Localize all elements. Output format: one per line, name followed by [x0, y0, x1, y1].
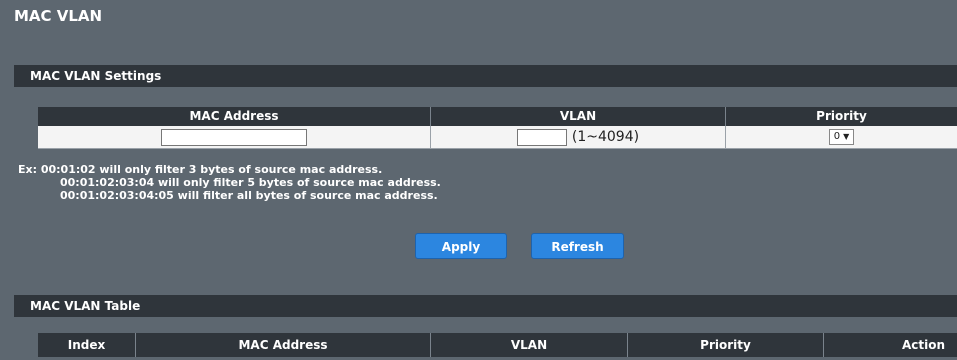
column-header-vlan: VLAN	[431, 107, 726, 126]
vlan-range-hint: (1~4094)	[571, 129, 640, 145]
column-header-mac-address: MAC Address	[136, 333, 431, 357]
column-header-mac-address: MAC Address	[38, 107, 431, 126]
settings-header-row: MAC Address VLAN Priority	[38, 107, 957, 126]
column-header-priority: Priority	[628, 333, 824, 357]
column-header-index: Index	[38, 333, 136, 357]
priority-select[interactable]: 0 ▼	[828, 129, 855, 145]
apply-button[interactable]: Apply	[415, 233, 507, 259]
chevron-down-icon: ▼	[843, 132, 850, 141]
page-title: MAC VLAN	[14, 7, 103, 25]
refresh-button[interactable]: Refresh	[531, 233, 624, 259]
mac-vlan-table-header: Index MAC Address VLAN Priority Action	[38, 333, 957, 357]
priority-cell: 0 ▼	[726, 126, 957, 148]
settings-form: MAC Address VLAN Priority (1~4094) 0 ▼	[38, 107, 957, 149]
settings-input-row: (1~4094) 0 ▼	[38, 126, 957, 149]
mac-filter-note: Ex: 00:01:02 will only filter 3 bytes of…	[18, 163, 441, 202]
vlan-input[interactable]	[516, 128, 567, 146]
column-header-priority: Priority	[816, 109, 867, 123]
note-line: Ex: 00:01:02 will only filter 3 bytes of…	[18, 163, 383, 176]
note-line: 00:01:02:03:04:05 will filter all bytes …	[60, 189, 438, 202]
column-header-vlan: VLAN	[431, 333, 628, 357]
note-line: 00:01:02:03:04 will only filter 5 bytes …	[60, 176, 441, 189]
mac-address-input[interactable]	[161, 128, 307, 146]
priority-value: 0	[833, 131, 841, 142]
table-section-header: MAC VLAN Table	[14, 295, 957, 317]
mac-address-cell	[38, 126, 431, 148]
vlan-cell: (1~4094)	[431, 126, 726, 148]
column-header-action: Action	[901, 338, 945, 352]
settings-section-header: MAC VLAN Settings	[14, 65, 957, 87]
